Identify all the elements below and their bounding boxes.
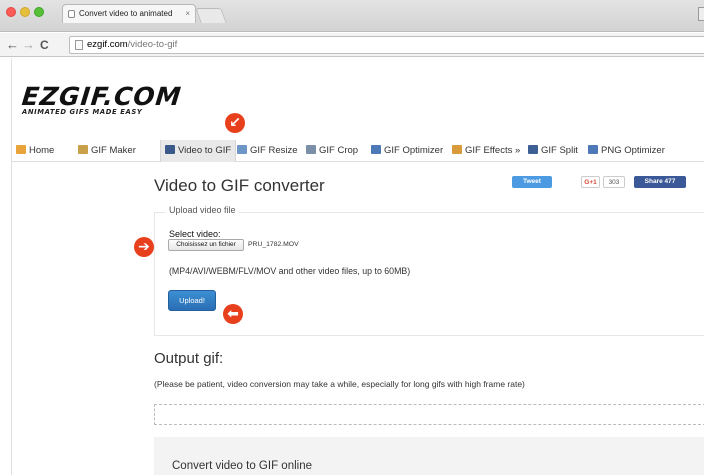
new-tab-button[interactable] <box>195 8 227 23</box>
nav-gif-resize[interactable]: GIF Resize <box>237 140 298 162</box>
nav-label: Video to GIF <box>178 145 232 156</box>
nav-gif-optimizer[interactable]: GIF Optimizer <box>371 140 443 162</box>
convert-heading: Convert video to GIF online <box>172 460 312 472</box>
nav-label: GIF Effects » <box>465 145 521 156</box>
tweet-button[interactable]: Tweet <box>512 176 552 188</box>
gplus-button[interactable]: G+1 <box>581 176 600 188</box>
crop-icon <box>306 145 316 154</box>
browser-tabbar: Convert video to animated × <box>0 0 704 32</box>
page-title: Video to GIF converter <box>154 176 325 195</box>
split-icon <box>528 145 538 154</box>
close-window-button[interactable] <box>6 7 16 17</box>
site-tagline: ANIMATED GIFS MADE EASY <box>22 108 143 116</box>
browser-toolbar: ← → C ezgif.com/video-to-gif <box>0 33 704 57</box>
nav-gif-maker[interactable]: GIF Maker <box>78 140 136 162</box>
output-placeholder <box>154 404 704 425</box>
maximize-window-button[interactable] <box>34 7 44 17</box>
home-icon <box>16 145 26 154</box>
annotation-arrow-left-icon: ⬅ <box>223 304 243 324</box>
gif-maker-icon <box>78 145 88 154</box>
tab-title: Convert video to animated <box>79 9 173 18</box>
resize-icon <box>237 145 247 154</box>
forward-button[interactable]: → <box>22 37 35 53</box>
nav-gif-effects[interactable]: GIF Effects » <box>452 140 520 162</box>
reload-button[interactable]: C <box>40 37 49 53</box>
main-nav: Home GIF Maker Video to GIF GIF Resize G… <box>12 140 704 162</box>
minimize-window-button[interactable] <box>20 7 30 17</box>
web-page: EZGIF.COM ANIMATED GIFS MADE EASY Home G… <box>11 58 704 475</box>
effects-icon <box>452 145 462 154</box>
png-optimizer-icon <box>588 145 598 154</box>
nav-label: GIF Split <box>541 145 578 156</box>
nav-label: Home <box>29 145 55 156</box>
selected-file-name: PRU_1782.MOV <box>248 241 299 248</box>
choose-file-button[interactable]: Choisissez un fichier <box>168 239 244 251</box>
film-icon <box>165 145 175 154</box>
nav-video-to-gif[interactable]: Video to GIF <box>160 140 237 162</box>
select-video-label: Select video: <box>169 229 221 239</box>
nav-label: GIF Crop <box>319 145 359 156</box>
annotation-arrow-right-icon: ➔ <box>134 237 154 257</box>
nav-label: GIF Maker <box>91 145 136 156</box>
gplus-count: 303 <box>603 176 625 188</box>
upload-legend: Upload video file <box>166 205 239 215</box>
site-logo[interactable]: EZGIF.COM <box>20 82 183 111</box>
browser-tab[interactable]: Convert video to animated × <box>62 4 196 23</box>
address-bar[interactable]: ezgif.com/video-to-gif <box>69 36 704 54</box>
page-favicon-icon <box>68 10 75 18</box>
nav-label: GIF Resize <box>250 145 298 156</box>
nav-label: GIF Optimizer <box>384 145 444 156</box>
url-path: /video-to-gif <box>127 39 178 50</box>
patience-note: (Please be patient, video conversion may… <box>154 379 525 389</box>
annotation-arrow-down-left-icon: ↙ <box>225 113 245 133</box>
page-icon <box>75 40 83 50</box>
optimizer-icon <box>371 145 381 154</box>
nav-gif-split[interactable]: GIF Split <box>528 140 578 162</box>
tab-close-icon[interactable]: × <box>185 5 190 23</box>
nav-home[interactable]: Home <box>16 140 54 162</box>
nav-png-optimizer[interactable]: PNG Optimizer <box>588 140 665 162</box>
output-gif-heading: Output gif: <box>154 350 224 367</box>
nav-label: PNG Optimizer <box>601 145 665 156</box>
formats-hint: (MP4/AVI/WEBM/FLV/MOV and other video fi… <box>169 266 411 276</box>
upload-button[interactable]: Upload! <box>168 290 216 311</box>
browser-menu-button[interactable] <box>698 7 704 21</box>
back-button[interactable]: ← <box>6 37 19 53</box>
url-domain: ezgif.com <box>87 39 128 50</box>
facebook-share-button[interactable]: Share 477 <box>634 176 686 188</box>
nav-gif-crop[interactable]: GIF Crop <box>306 140 358 162</box>
